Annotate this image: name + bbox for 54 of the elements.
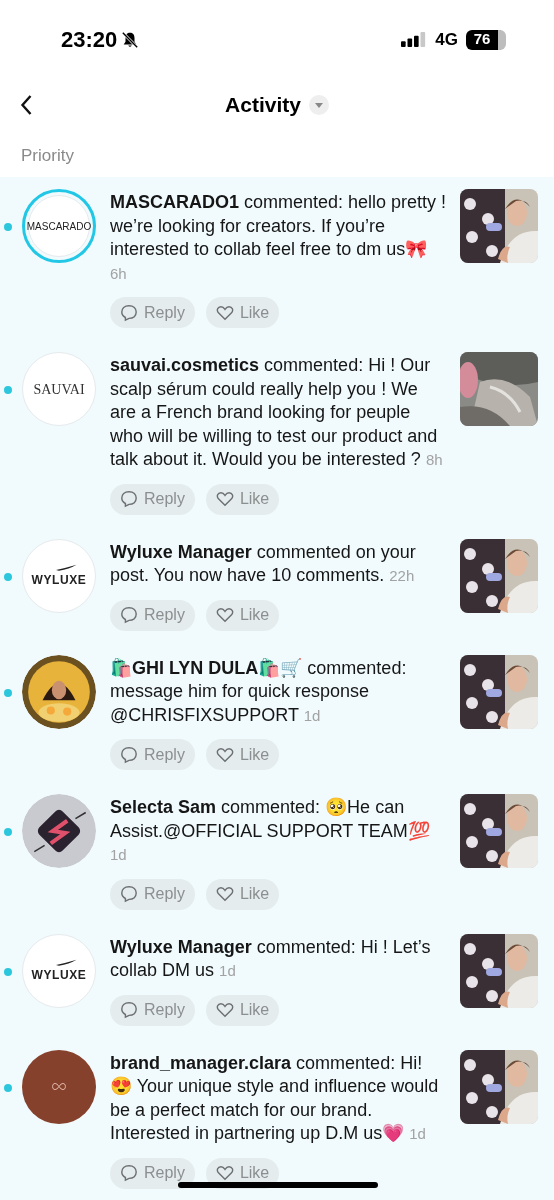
notification-text: sauvai.cosmetics commented: Hi ! Our scalp sérum could really help you ! We are a French brand looking for peuple who will be willing to test our product and talk about it. Would you be interested ? 8h: [110, 354, 444, 471]
status-time: 23:20: [61, 26, 118, 54]
notification-text: Wyluxe Manager commented: Hi ! Let’s collab DM us 1d: [110, 935, 432, 982]
wing-icon: [56, 562, 78, 571]
avatar[interactable]: MASCARADO: [28, 195, 90, 257]
speech-bubble-icon: [120, 1001, 138, 1019]
heart-icon: [215, 1164, 234, 1182]
heart-icon: [215, 303, 234, 322]
like-button[interactable]: Like: [205, 878, 280, 910]
like-button[interactable]: Like: [205, 483, 280, 515]
network-label: 4G: [435, 28, 458, 51]
avatar[interactable]: [22, 794, 96, 868]
avatar-logo-text: WYLUXE: [31, 571, 87, 589]
like-button[interactable]: Like: [205, 994, 280, 1026]
like-button[interactable]: Like: [205, 739, 280, 770]
heart-icon: [215, 745, 234, 764]
reply-button[interactable]: Reply: [110, 878, 195, 910]
speech-bubble-icon: [120, 745, 138, 764]
notification-text: Wyluxe Manager commented on your post. You now have 10 comments. 22h: [110, 540, 417, 587]
heart-icon: [215, 490, 234, 508]
avatar-logo-text: WYLUXE: [31, 966, 87, 984]
notification-text: Selecta Sam commented: 🥺He can Assist.@OFFICIAL SUPPORT TEAM💯 1d: [110, 796, 431, 865]
reply-button[interactable]: Reply: [110, 1157, 195, 1189]
speech-bubble-icon: [120, 885, 138, 903]
speech-bubble-icon: [120, 303, 138, 322]
like-button[interactable]: Like: [205, 297, 280, 328]
speech-bubble-icon: [120, 1164, 138, 1182]
speech-bubble-icon: [120, 490, 138, 508]
avatar[interactable]: SAUVAI: [22, 352, 96, 426]
notification-text: 🛍GHI LYN DULA🛍🛒 commented: message him for quick response @CHRISFIXSUPPORT 1d: [110, 656, 408, 727]
wing-icon: [56, 957, 78, 966]
heart-icon: [215, 885, 234, 903]
heart-icon: [215, 1001, 234, 1019]
notification-text: MASCARADO1 commented: hello pretty ! we’re looking for creators. If you’re interested to collab feel free to dm us🎀 6h: [110, 191, 448, 284]
signal-icon: [401, 32, 428, 47]
dropdown-icon[interactable]: [308, 95, 329, 115]
speech-bubble-icon: [120, 606, 138, 624]
avatar[interactable]: WYLUXE: [22, 538, 96, 613]
reply-button[interactable]: Reply: [110, 994, 195, 1026]
back-icon[interactable]: [20, 94, 33, 116]
avatar-logo-text: SAUVAI: [33, 380, 85, 399]
page-title: Activity: [225, 92, 301, 119]
like-button[interactable]: Like: [205, 599, 280, 631]
section-label: Priority: [21, 145, 74, 168]
reply-button[interactable]: Reply: [110, 739, 195, 770]
notification-text: brand_manager.clara commented: Hi! 😍 Your unique style and influence would be a perfect match for our brand. Interested in partnering up D.M us💗 1d: [110, 1051, 440, 1145]
heart-icon: [215, 606, 234, 624]
avatar-logo-text: MASCARADO: [26, 219, 92, 234]
reply-button[interactable]: Reply: [110, 483, 195, 515]
reply-button[interactable]: Reply: [110, 599, 195, 631]
reply-button[interactable]: Reply: [110, 297, 195, 328]
battery-indicator: 76: [466, 29, 506, 50]
avatar[interactable]: WYLUXE: [22, 933, 96, 1008]
infinity-icon: [51, 1082, 67, 1091]
